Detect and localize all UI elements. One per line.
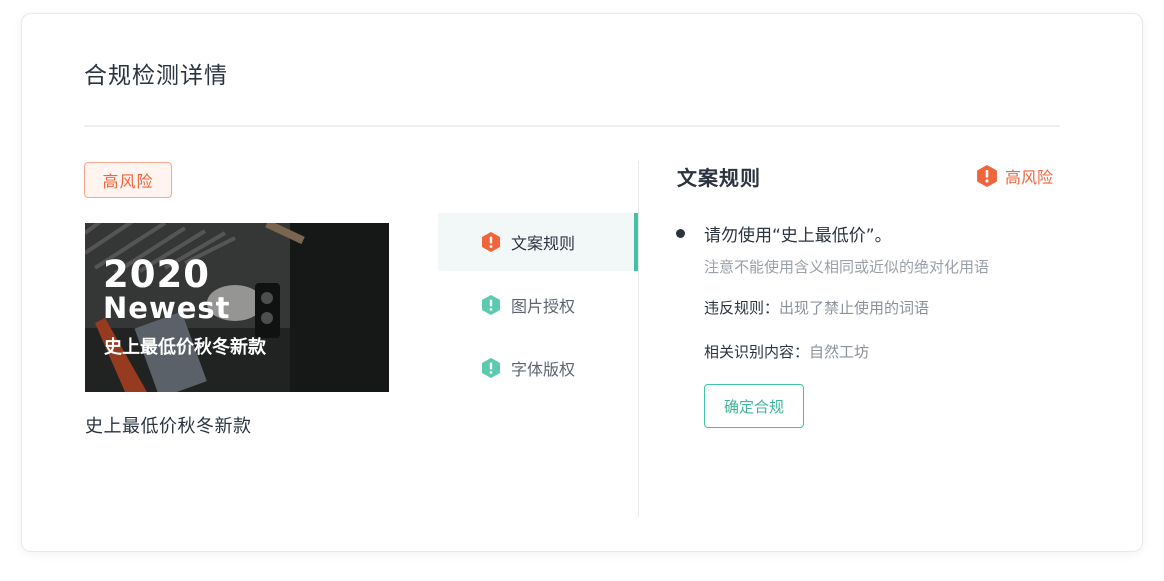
header-divider bbox=[84, 125, 1060, 127]
bullet-dot bbox=[676, 229, 685, 238]
confirm-compliant-button[interactable]: 确定合规 bbox=[704, 384, 804, 428]
panel-divider bbox=[638, 161, 639, 517]
detail-title: 文案规则 bbox=[677, 166, 761, 190]
compliance-card: 合规检测详情 高风险 2020 Newest 史上最低价秋冬新款 史上最低价秋冬… bbox=[21, 13, 1143, 552]
rules-menu: 文案规则 图片授权 字体版权 bbox=[438, 213, 638, 402]
detail-risk-badge: 高风险 bbox=[977, 164, 1053, 188]
info-hexagon-icon bbox=[482, 358, 500, 378]
rule-note: 注意不能使用含义相同或近似的绝对化用语 bbox=[704, 258, 990, 276]
preview-headline-text: Newest bbox=[103, 291, 231, 325]
rules-menu-label: 文案规则 bbox=[511, 234, 576, 253]
related-content-label: 相关识别内容： bbox=[704, 343, 810, 361]
preview-image: 2020 Newest 史上最低价秋冬新款 bbox=[85, 223, 389, 392]
warning-hexagon-icon bbox=[977, 165, 997, 187]
violation-row: 违反规则：出现了禁止使用的词语 bbox=[704, 297, 929, 318]
rules-menu-item-copywriting[interactable]: 文案规则 bbox=[438, 213, 638, 271]
warning-hexagon-icon bbox=[482, 232, 500, 252]
related-content-row: 相关识别内容：自然工坊 bbox=[704, 341, 869, 362]
rules-menu-item-font-copyright[interactable]: 字体版权 bbox=[438, 339, 638, 397]
violation-label: 违反规则： bbox=[704, 299, 780, 317]
detail-risk-label: 高风险 bbox=[1005, 168, 1054, 187]
rules-menu-item-image-license[interactable]: 图片授权 bbox=[438, 276, 638, 334]
page-title: 合规检测详情 bbox=[84, 63, 228, 89]
rules-menu-label: 图片授权 bbox=[511, 297, 576, 316]
risk-level-tag: 高风险 bbox=[84, 162, 172, 198]
rule-text: 请勿使用“史上最低价”。 bbox=[704, 226, 892, 246]
preview-year-text: 2020 bbox=[103, 253, 210, 296]
rules-menu-label: 字体版权 bbox=[511, 360, 576, 379]
info-hexagon-icon bbox=[482, 295, 500, 315]
preview-subtitle-text: 史上最低价秋冬新款 bbox=[104, 337, 266, 358]
preview-caption: 史上最低价秋冬新款 bbox=[85, 416, 252, 437]
violation-value: 出现了禁止使用的词语 bbox=[779, 299, 930, 317]
related-content-value: 自然工坊 bbox=[809, 343, 870, 361]
